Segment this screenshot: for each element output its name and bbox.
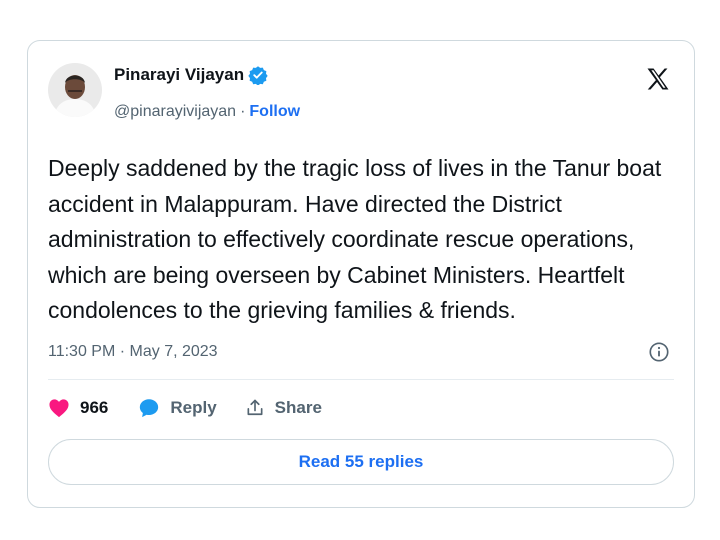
share-icon xyxy=(247,399,263,416)
avatar[interactable] xyxy=(48,63,102,117)
likes-count: 966 xyxy=(80,398,109,417)
verified-badge-icon xyxy=(248,65,268,86)
share-label: Share xyxy=(274,398,322,417)
heart-icon xyxy=(49,399,69,418)
action-bar: 966 Reply Share xyxy=(48,397,322,419)
follow-button[interactable]: Follow xyxy=(249,103,300,121)
tweet-text: Deeply saddened by the tragic loss of li… xyxy=(48,155,662,323)
author-name-row: Pinarayi Vijayan xyxy=(114,65,268,86)
like-button[interactable]: 966 xyxy=(48,398,108,418)
handle-separator: · xyxy=(240,103,246,120)
author-name[interactable]: Pinarayi Vijayan xyxy=(114,65,244,85)
read-replies-button[interactable]: Read 55 replies xyxy=(48,439,674,485)
reply-button[interactable]: Reply xyxy=(138,397,217,419)
tweet-timestamp[interactable]: 11:30 PM · May 7, 2023 xyxy=(48,343,218,361)
x-logo-icon[interactable] xyxy=(644,65,672,93)
divider xyxy=(48,379,674,380)
handle-row: @pinarayivijayan · Follow xyxy=(114,103,300,121)
author-handle[interactable]: @pinarayivijayan xyxy=(114,103,236,121)
share-button[interactable]: Share xyxy=(245,398,322,418)
reply-bubble-icon xyxy=(140,399,159,418)
tweet-card: Pinarayi Vijayan @pinarayivijayan · Foll… xyxy=(27,40,695,508)
info-icon[interactable] xyxy=(648,341,670,363)
reply-label: Reply xyxy=(170,398,217,417)
